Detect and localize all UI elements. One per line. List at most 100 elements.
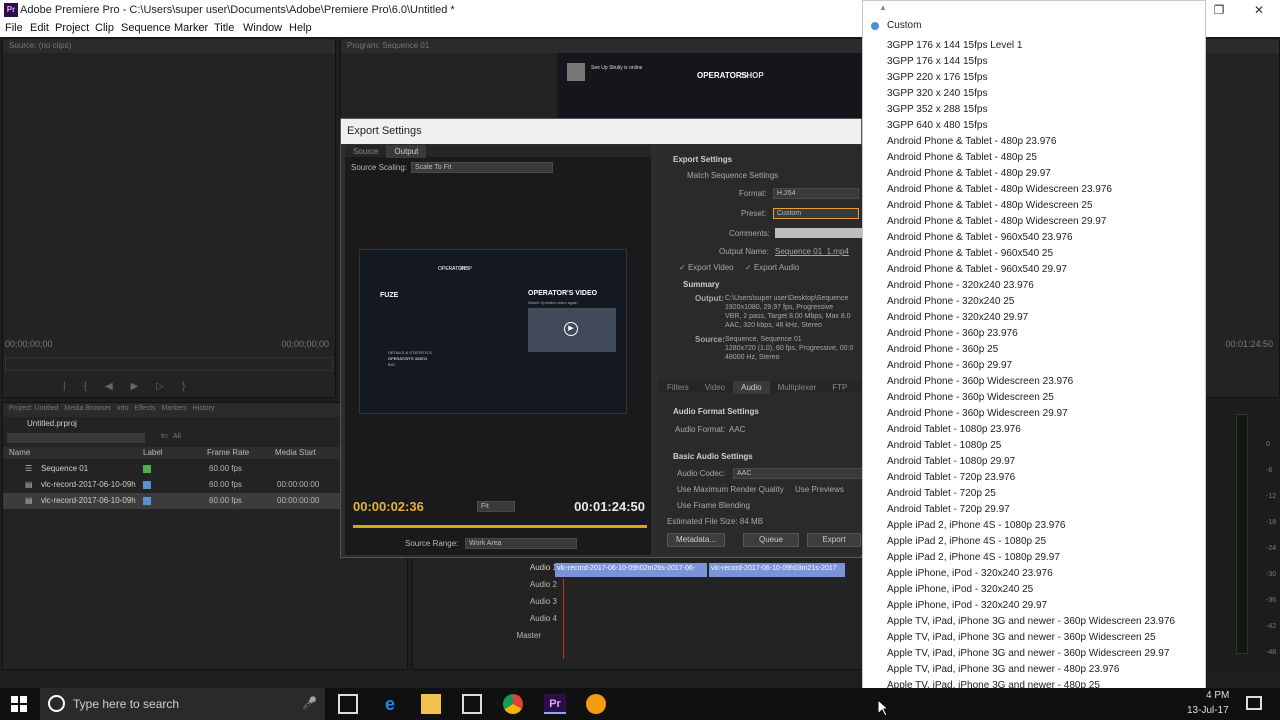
track-master[interactable]: Master	[467, 631, 541, 647]
tab-history[interactable]: History	[193, 405, 215, 412]
column-name[interactable]: Name	[9, 448, 30, 457]
column-label[interactable]: Label	[143, 448, 163, 457]
track-audio-3[interactable]: Audio 3	[467, 597, 557, 613]
audio-codec-select[interactable]: AAC	[733, 468, 863, 479]
comments-input[interactable]	[775, 228, 863, 238]
source-monitor-tab[interactable]: Source: (no clips)	[3, 39, 335, 53]
audio-format-value[interactable]: AAC	[729, 425, 745, 434]
menu-title[interactable]: Title	[214, 22, 234, 34]
dropdown-item[interactable]: Android Phone & Tablet - 480p 25	[887, 152, 1037, 163]
edge-icon[interactable]: e	[380, 694, 400, 714]
premiere-taskbar-icon[interactable]: Pr	[544, 694, 566, 714]
source-time-ruler[interactable]	[5, 357, 333, 371]
basic-audio-settings-header[interactable]: Basic Audio Settings	[673, 452, 753, 461]
source-range-select[interactable]: Work Area	[465, 538, 577, 549]
dropdown-item[interactable]: Android Tablet - 720p 29.97	[887, 504, 1010, 515]
dropdown-item[interactable]: Android Tablet - 1080p 25	[887, 440, 1001, 451]
tab-project[interactable]: Project: Untitled	[9, 405, 58, 412]
dropdown-item[interactable]: Android Phone & Tablet - 480p Widescreen…	[887, 216, 1106, 227]
dropdown-item[interactable]: Android Phone - 360p 29.97	[887, 360, 1012, 371]
close-icon[interactable]: ✕	[1244, 2, 1274, 18]
dropdown-item[interactable]: Apple TV, iPad, iPhone 3G and newer - 36…	[887, 616, 1175, 627]
track-audio-2[interactable]: Audio 2	[467, 580, 557, 596]
menu-sequence[interactable]: Sequence	[121, 22, 171, 34]
format-select[interactable]: H.264	[773, 188, 859, 199]
dropdown-item[interactable]: Android Phone - 320x240 29.97	[887, 312, 1028, 323]
project-search-input[interactable]	[7, 433, 145, 443]
dropdown-item[interactable]: Apple iPhone, iPod - 320x240 25	[887, 584, 1033, 595]
tab-video[interactable]: Video	[697, 381, 733, 394]
dropdown-item[interactable]: Android Tablet - 720p 25	[887, 488, 996, 499]
dropdown-item[interactable]: Apple iPad 2, iPhone 4S - 1080p 29.97	[887, 552, 1060, 563]
dropdown-item[interactable]: 3GPP 352 x 288 15fps	[887, 104, 987, 115]
store-icon[interactable]	[462, 694, 482, 714]
menu-clip[interactable]: Clip	[95, 22, 114, 34]
dropdown-item[interactable]: Android Phone & Tablet - 480p 23.976	[887, 136, 1056, 147]
timeline-clip[interactable]: vlc-record-2017-06-10-09h03m21s-2017	[709, 563, 845, 577]
dropdown-item[interactable]: 3GPP 320 x 240 15fps	[887, 88, 987, 99]
dropdown-item[interactable]: 3GPP 640 x 480 15fps	[887, 120, 987, 131]
tab-filters[interactable]: Filters	[659, 381, 697, 394]
export-current-timecode[interactable]: 00:00:02:36	[353, 499, 424, 514]
match-sequence-checkbox[interactable]: Match Sequence Settings	[687, 171, 778, 180]
export-button[interactable]: Export	[807, 533, 861, 547]
zoom-fit-select[interactable]: Fit	[477, 501, 515, 512]
tab-markers[interactable]: Markers	[161, 405, 186, 412]
dropdown-item[interactable]: Android Phone - 360p 23.976	[887, 328, 1018, 339]
export-video-checkbox[interactable]: ✓ Export Video	[679, 263, 734, 272]
dropdown-item[interactable]: Android Phone & Tablet - 960x540 25	[887, 248, 1053, 259]
dropdown-item[interactable]: Apple TV, iPad, iPhone 3G and newer - 36…	[887, 632, 1156, 643]
chrome-icon[interactable]	[503, 694, 523, 714]
tab-output[interactable]: Output	[386, 145, 427, 158]
dropdown-item[interactable]: Android Tablet - 720p 23.976	[887, 472, 1015, 483]
dropdown-item[interactable]: Apple iPhone, iPod - 320x240 23.976	[887, 568, 1053, 579]
playhead-line[interactable]	[563, 579, 564, 659]
scroll-up-icon[interactable]: ▲	[879, 3, 887, 12]
dropdown-item[interactable]: Android Phone - 320x240 23.976	[887, 280, 1034, 291]
dropdown-item[interactable]: Android Tablet - 1080p 23.976	[887, 424, 1021, 435]
microphone-icon[interactable]: 🎤	[302, 696, 317, 710]
dropdown-item[interactable]: 3GPP 176 x 144 15fps Level 1	[887, 40, 1022, 51]
dropdown-item[interactable]: Android Phone - 360p Widescreen 23.976	[887, 376, 1073, 387]
dropdown-item[interactable]: Android Phone & Tablet - 960x540 23.976	[887, 232, 1073, 243]
use-previews-checkbox[interactable]: Use Previews	[795, 485, 844, 494]
dropdown-item[interactable]: Android Phone & Tablet - 480p Widescreen…	[887, 200, 1093, 211]
menu-window[interactable]: Window	[243, 22, 282, 34]
audio-format-settings-header[interactable]: Audio Format Settings	[673, 407, 759, 416]
tab-effects[interactable]: Effects	[134, 405, 155, 412]
vlc-taskbar-icon[interactable]	[586, 694, 606, 714]
dropdown-item[interactable]: Android Phone - 320x240 25	[887, 296, 1014, 307]
menu-project[interactable]: Project	[55, 22, 89, 34]
dropdown-item[interactable]: Android Phone - 360p Widescreen 25	[887, 392, 1054, 403]
dropdown-item[interactable]: Apple iPhone, iPod - 320x240 29.97	[887, 600, 1047, 611]
dropdown-item[interactable]: Apple TV, iPad, iPhone 3G and newer - 36…	[887, 648, 1169, 659]
preset-select[interactable]: Custom	[773, 208, 859, 219]
taskbar-search-box[interactable]: Type here to search 🎤	[40, 688, 325, 720]
source-scaling-select[interactable]: Scale To Fit	[411, 162, 553, 173]
summary-header[interactable]: Summary	[683, 280, 719, 289]
tab-ftp[interactable]: FTP	[824, 381, 855, 394]
menu-marker[interactable]: Marker	[174, 22, 208, 34]
dropdown-item[interactable]: Android Tablet - 1080p 29.97	[887, 456, 1015, 467]
export-settings-header[interactable]: Export Settings	[673, 155, 732, 164]
track-audio-1[interactable]: Audio 1	[467, 563, 557, 579]
column-frame-rate[interactable]: Frame Rate	[207, 448, 249, 457]
work-area-bar[interactable]	[353, 525, 647, 528]
dropdown-item[interactable]: Android Phone & Tablet - 960x540 29.97	[887, 264, 1067, 275]
output-name-link[interactable]: Sequence 01_1.mp4	[775, 247, 849, 256]
dropdown-item[interactable]: Apple iPad 2, iPhone 4S - 1080p 23.976	[887, 520, 1065, 531]
dropdown-item[interactable]: Android Phone - 360p 25	[887, 344, 998, 355]
export-audio-checkbox[interactable]: ✓ Export Audio	[745, 263, 799, 272]
metadata-button[interactable]: Metadata...	[667, 533, 725, 547]
restore-icon[interactable]: ❐	[1204, 2, 1234, 18]
dropdown-item[interactable]: 3GPP 176 x 144 15fps	[887, 56, 987, 67]
windows-start-icon[interactable]	[11, 696, 27, 712]
source-transport-controls[interactable]: |{◀▶▷}	[63, 381, 203, 392]
file-explorer-icon[interactable]	[421, 694, 441, 714]
menu-help[interactable]: Help	[289, 22, 312, 34]
dropdown-item[interactable]: Apple TV, iPad, iPhone 3G and newer - 48…	[887, 664, 1119, 675]
timeline-clip[interactable]: vlc-record-2017-06-10-09h02m26s-2017-06-	[555, 563, 707, 577]
menu-file[interactable]: File	[5, 22, 23, 34]
dropdown-item[interactable]: Android Phone - 360p Widescreen 29.97	[887, 408, 1068, 419]
dropdown-item[interactable]: Android Phone & Tablet - 480p Widescreen…	[887, 184, 1112, 195]
